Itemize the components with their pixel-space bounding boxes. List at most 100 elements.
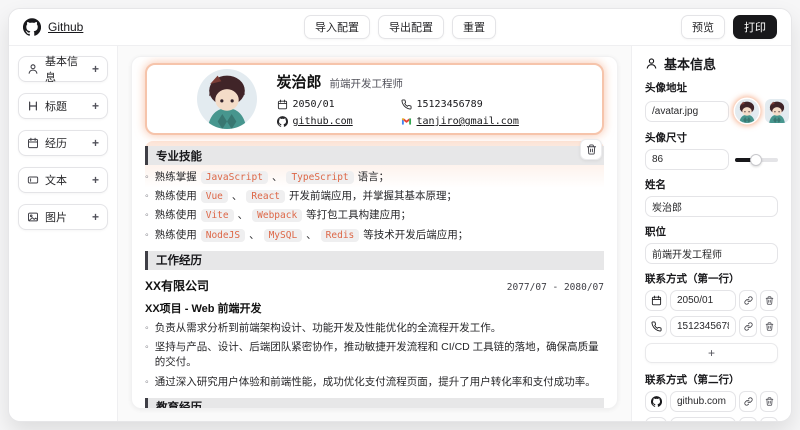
contact-value-input[interactable] [670, 417, 736, 421]
contact-row [645, 290, 778, 311]
name-input[interactable] [645, 196, 778, 217]
avatar-thumb-selected[interactable] [735, 99, 759, 123]
contact-type-button[interactable] [645, 290, 667, 311]
sidebar-item-heading[interactable]: 标题 + [18, 93, 108, 119]
github-logo-icon [23, 18, 41, 36]
contact-item[interactable]: tanjiro@gmail.com [401, 116, 553, 127]
contact-value-input[interactable] [670, 290, 736, 311]
code-chip: MySQL [263, 228, 303, 242]
link-button[interactable] [739, 316, 757, 337]
work-section[interactable]: 工作经历 XX有限公司 2077/07 - 2080/07 XX项目 - Web… [145, 250, 604, 390]
plus-icon: + [91, 136, 99, 150]
contact-text: 15123456789 [416, 99, 483, 110]
contact-value-input[interactable] [670, 316, 736, 337]
bullet-marker: ◦ [145, 209, 149, 222]
link-button[interactable] [739, 290, 757, 311]
code-chip: JavaScript [200, 171, 268, 184]
avatar-size-label: 头像尺寸 [645, 132, 687, 144]
code-chip: Vite [200, 209, 234, 223]
contact-value-input[interactable] [670, 391, 736, 412]
trash-icon [586, 144, 597, 155]
plus-icon: + [91, 210, 99, 224]
code-chip: React [246, 190, 286, 204]
plus-icon: + [91, 62, 99, 76]
slider-thumb[interactable] [749, 153, 762, 166]
link-button[interactable] [739, 417, 757, 421]
avatar-url-label: 头像地址 [645, 82, 687, 94]
bullet-text: 、 [271, 171, 283, 183]
sidebar-item-experience[interactable]: 经历 + [18, 130, 108, 156]
contact-item: 15123456789 [400, 99, 553, 110]
app-window: Github 导入配置 导出配置 重置 预览 打印 基本信息 + 标题 + 经历… [8, 8, 792, 422]
list-item: ◦ 熟练使用 Vue、 React 开发前端应用，并掌握其基本原理； [145, 189, 604, 204]
resume-page: 炭治郎 前端开发工程师 2050/01 15123456789 github.c… [131, 56, 618, 409]
panel-title-text: 基本信息 [664, 57, 717, 72]
bullet-marker: ◦ [145, 341, 149, 354]
code-chip: NodeJS [200, 228, 246, 242]
link-icon [743, 322, 753, 331]
bullet-text: 熟练使用 [154, 209, 197, 222]
bullet-text: 语言； [357, 171, 390, 183]
skills-section[interactable]: 专业技能 ◦ 熟练掌握 JavaScript、 TypeScript 语言； ◦ 熟练使用 V… [145, 139, 604, 243]
job-title-input[interactable] [645, 243, 778, 264]
delete-section-button[interactable] [580, 139, 602, 160]
output-actions: 预览 打印 [681, 15, 777, 39]
avatar-size-slider[interactable] [735, 149, 778, 170]
print-button[interactable]: 打印 [733, 15, 777, 39]
delete-button[interactable] [760, 391, 778, 412]
import-config-button[interactable]: 导入配置 [304, 15, 370, 39]
bullet-text: 熟练掌握 [154, 171, 197, 183]
link-icon [743, 296, 753, 305]
contact-item: 2050/01 [277, 99, 395, 110]
add-contact-button[interactable]: + [645, 343, 778, 363]
gmail-icon [401, 116, 412, 127]
link-icon [743, 397, 753, 406]
link-button[interactable] [739, 391, 757, 412]
heading-icon [27, 100, 39, 112]
code-chip: Vue [200, 190, 228, 204]
calendar-icon [651, 295, 662, 306]
properties-panel: 基本信息 头像地址 头像尺寸 姓名 [631, 46, 791, 421]
delete-button[interactable] [760, 417, 778, 421]
user-icon [645, 57, 658, 70]
resume-job-title: 前端开发工程师 [329, 78, 404, 90]
code-chip: Redis [320, 228, 360, 242]
sidebar-item-text[interactable]: 文本 + [18, 167, 108, 193]
code-chip: TypeScript [286, 171, 354, 184]
delete-button[interactable] [760, 290, 778, 311]
widget-sidebar: 基本信息 + 标题 + 经历 + 文本 + 图片 + [9, 46, 118, 421]
avatar-url-input[interactable] [645, 100, 729, 122]
resume-header-block[interactable]: 炭治郎 前端开发工程师 2050/01 15123456789 github.c… [145, 63, 604, 135]
section-heading: 专业技能 [145, 146, 604, 165]
brand[interactable]: Github [23, 18, 83, 36]
sidebar-item-image[interactable]: 图片 + [18, 204, 108, 230]
code-chip: Webpack [252, 209, 303, 223]
header-info: 炭治郎 前端开发工程师 2050/01 15123456789 github.c… [277, 71, 553, 127]
preview-button[interactable]: 预览 [681, 15, 725, 39]
config-actions: 导入配置 导出配置 重置 [304, 15, 496, 39]
sidebar-item-label: 标题 [45, 101, 67, 113]
avatar-image [765, 99, 789, 123]
reset-button[interactable]: 重置 [452, 15, 496, 39]
contact-type-button[interactable] [645, 391, 667, 412]
editor-canvas: 炭治郎 前端开发工程师 2050/01 15123456789 github.c… [118, 46, 631, 421]
sidebar-item-basic-info[interactable]: 基本信息 + [18, 56, 108, 84]
contact-type-button[interactable] [645, 417, 667, 421]
education-section[interactable]: 教育经历 XX大学 - 软件工程 2073/07 - 2077/07 [145, 397, 604, 408]
bullet-text: 、 [249, 228, 260, 241]
contact-row [645, 316, 778, 337]
export-config-button[interactable]: 导出配置 [378, 15, 444, 39]
avatar-size-input[interactable] [645, 149, 729, 170]
avatar-thumb-square[interactable] [765, 99, 789, 123]
contact-text[interactable]: github.com [293, 116, 353, 127]
contact-text[interactable]: tanjiro@gmail.com [417, 116, 519, 127]
bullet-text: 、 [231, 190, 243, 203]
bullet-marker: ◦ [145, 190, 149, 203]
bullet-text: 坚持与产品、设计、后端团队紧密协作，推动敏捷开发流程和 CI/CD 工具链的落地… [154, 341, 599, 369]
brand-link[interactable]: Github [48, 20, 83, 34]
bullet-marker: ◦ [145, 228, 149, 241]
contact-item[interactable]: github.com [276, 116, 395, 127]
section-heading-text: 专业技能 [156, 150, 202, 163]
delete-button[interactable] [760, 316, 778, 337]
contact-type-button[interactable] [645, 316, 667, 337]
